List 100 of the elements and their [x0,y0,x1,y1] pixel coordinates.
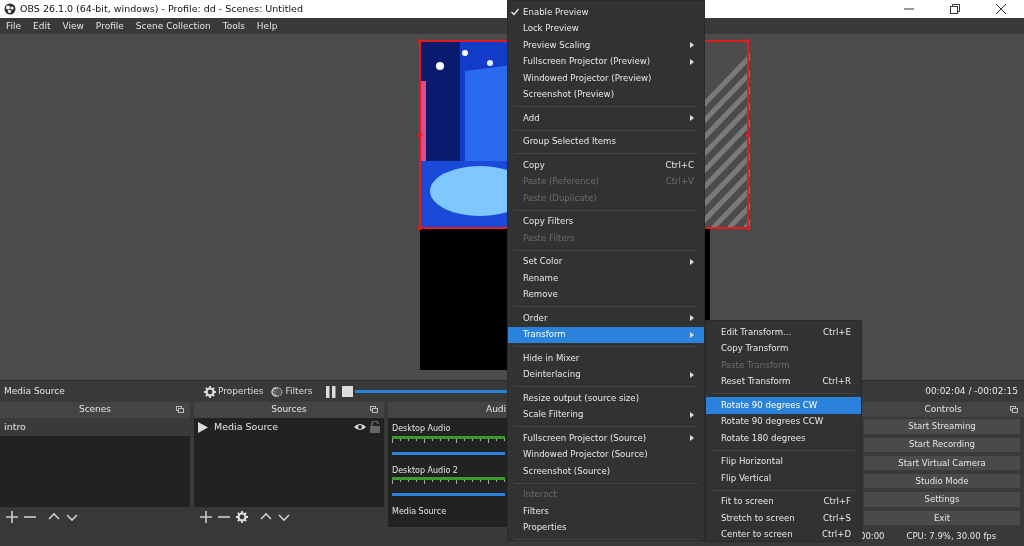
menu-item[interactable]: Properties [508,519,704,536]
menu-label: Lock Preview [523,22,579,36]
dock-title: Audi [486,403,507,417]
menu-item[interactable]: Reset Transform Ctrl+R [706,373,861,390]
undock-icon[interactable] [370,406,378,413]
menu-label: Rename [523,271,559,285]
channel-name: Desktop Audio 2 [392,465,458,475]
control-button[interactable]: Start Virtual Camera [864,455,1020,471]
menu-label: Resize output (source size) [523,391,639,405]
menu-label: Reset Transform [721,375,791,389]
pause-icon[interactable] [326,385,337,398]
shortcut-label: Ctrl+D [821,528,851,542]
menu-label: Rotate 90 degrees CW [721,398,818,412]
menu-item[interactable]: Tools [216,18,251,34]
menu-label: Group Selected Items [523,135,616,149]
add-icon[interactable] [200,511,212,523]
channel-name: Desktop Audio [392,424,451,433]
menu-label: Scale Filtering [523,408,584,422]
control-button[interactable]: Start Recording [864,437,1020,452]
menu-item[interactable]: Fit to screen Ctrl+F [706,493,861,510]
menu-item[interactable]: Copy Filters [508,213,704,230]
menu-item[interactable]: Rotate 180 degrees [706,430,861,447]
menu-item[interactable]: Preview Scaling [508,37,704,54]
menu-item[interactable]: Rename [508,270,704,287]
source-item[interactable]: Media Source [214,419,279,435]
restore-icon [950,4,960,14]
cpu-status: CPU: 7.9%, 30.00 fps [906,530,997,543]
scene-item[interactable]: intro [0,418,190,436]
shortcut-label: Ctrl+F [823,495,851,509]
menu-item[interactable]: Deinterlacing [508,366,704,383]
shortcut-label: Ctrl+E [823,325,851,339]
menu-item[interactable]: Enable Preview [508,4,704,21]
menu-item[interactable]: Filters [508,503,704,520]
menu-item[interactable]: Group Selected Items [508,133,704,150]
properties-button[interactable]: Properties [200,381,268,402]
filter-icon [271,385,284,398]
move-down-icon[interactable] [66,511,78,523]
menu-item[interactable]: Order [508,310,704,327]
menu-item[interactable]: Set Color [508,253,704,270]
control-button[interactable]: Settings [864,492,1020,507]
menu-label: Fullscreen Projector (Source) [523,431,647,445]
menu-item[interactable]: Fullscreen Projector (Source) [508,430,704,447]
menu-item[interactable]: Scale Filtering [508,406,704,423]
app-logo-icon [4,3,16,15]
lock-icon[interactable] [370,421,380,433]
menu-label: Center to screen [721,528,793,542]
menu-item[interactable]: Add [508,110,704,127]
menu-item[interactable]: Stretch to screen Ctrl+S [706,510,861,527]
menu-label: Copy Transform [721,342,789,356]
menu-item[interactable]: Edit Transform... Ctrl+E [706,324,861,341]
menu-item[interactable]: Resize output (source size) [508,390,704,407]
menu-label: Screenshot (Source) [523,464,611,478]
close-icon [996,4,1006,14]
menu-item[interactable]: Remove [508,286,704,303]
shortcut-label: Ctrl+S [823,511,851,525]
menu-item[interactable]: Transform [508,326,704,343]
menu-item[interactable]: Fullscreen Projector (Preview) [508,53,704,70]
menu-item[interactable]: Hide in Mixer [508,350,704,367]
menu-item[interactable]: Copy Ctrl+C [508,157,704,174]
control-button[interactable]: Studio Mode [864,474,1020,489]
menu-label: Hide in Mixer [523,351,580,365]
eye-icon[interactable] [354,422,366,432]
menu-label: Rotate 90 degrees CCW [721,415,824,429]
menu-item[interactable]: Rotate 90 degrees CW [706,397,861,414]
undock-icon[interactable] [1010,406,1018,413]
menu-label: Windowed Projector (Preview) [523,71,652,85]
menu-item[interactable]: Windowed Projector (Preview) [508,70,704,87]
menu-label: Order [523,311,548,325]
menu-label: Properties [523,521,567,535]
menu-item[interactable]: Help [250,18,284,34]
menu-item[interactable]: Lock Preview [508,20,704,37]
menu-item[interactable]: Profile [89,18,130,34]
menu-label: Copy [523,158,545,172]
control-button[interactable]: Exit [864,510,1020,526]
menu-item[interactable]: View [56,18,90,34]
stop-icon[interactable] [342,386,354,397]
menu-item[interactable]: Screenshot (Preview) [508,86,704,103]
move-down-icon[interactable] [278,511,290,523]
menu-item[interactable]: Screenshot (Source) [508,463,704,480]
menu-item[interactable]: Edit [27,18,57,34]
undock-icon[interactable] [176,406,184,413]
menu-item[interactable]: Windowed Projector (Source) [508,446,704,463]
menu-item[interactable]: Scene Collection [129,18,217,34]
filters-button[interactable]: Filters [267,381,317,402]
menu-item[interactable]: Rotate 90 degrees CCW [706,413,861,430]
dock-title: Controls [924,402,962,416]
menu-item[interactable]: File [0,18,28,34]
menu-label: Set Color [523,255,563,269]
gear-icon[interactable] [236,511,248,523]
control-button[interactable]: Start Streaming [864,419,1020,434]
menu-item[interactable]: Flip Horizontal [706,453,861,470]
menu-label: Copy Filters [523,215,574,229]
menu-label: Windowed Projector (Source) [523,448,648,462]
menu-label: Fit to screen [721,495,774,509]
menu-label: Deinterlacing [523,368,581,382]
add-icon[interactable] [6,511,18,523]
gear-icon [204,385,216,398]
menu-item[interactable]: Center to screen Ctrl+D [706,526,861,543]
menu-item[interactable]: Copy Transform [706,340,861,357]
menu-item[interactable]: Flip Vertical [706,470,861,487]
